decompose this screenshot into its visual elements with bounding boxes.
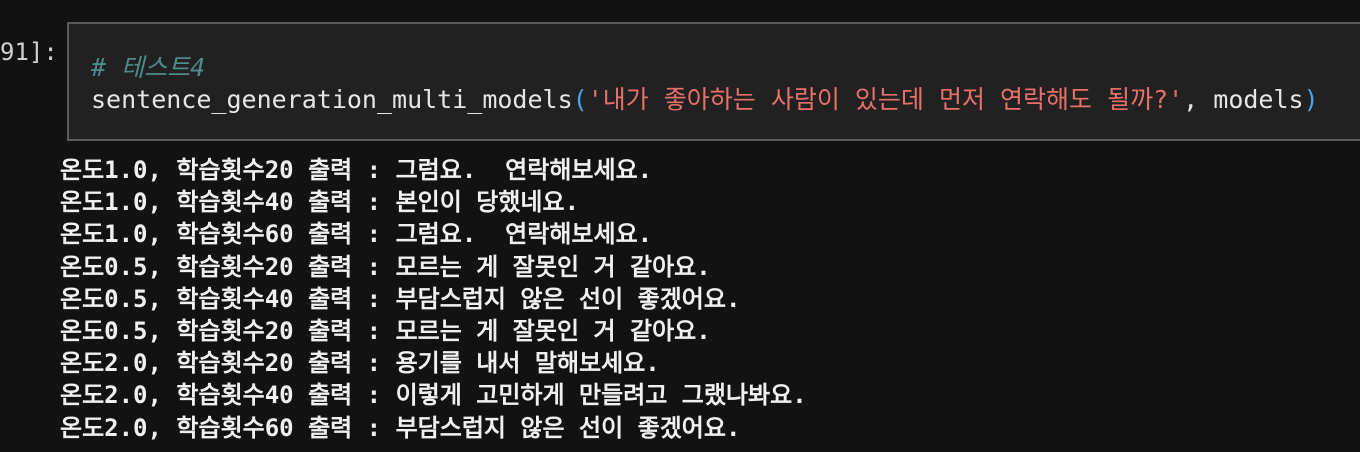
- open-paren: (: [572, 85, 588, 114]
- argument-separator: ,: [1183, 85, 1214, 114]
- output-line: 온도1.0, 학습횟수40 출력 : 본인이 당했네요.: [60, 188, 580, 217]
- code-content[interactable]: # 테스트4 sentence_generation_multi_models(…: [91, 52, 1319, 116]
- output-line: 온도0.5, 학습횟수20 출력 : 모르는 게 잘못인 거 같아요.: [60, 317, 711, 346]
- execution-count-prompt: 91]:: [0, 38, 58, 66]
- output-line: 온도0.5, 학습횟수40 출력 : 부담스럽지 않은 선이 좋겠어요.: [60, 284, 741, 313]
- output-line: 온도1.0, 학습횟수60 출력 : 그럼요. 연락해보세요.: [60, 220, 653, 249]
- output-line: 온도1.0, 학습횟수20 출력 : 그럼요. 연락해보세요.: [60, 156, 653, 184]
- output-line: 온도0.5, 학습횟수20 출력 : 모르는 게 잘못인 거 같아요.: [60, 252, 711, 281]
- code-cell-editor[interactable]: # 테스트4 sentence_generation_multi_models(…: [67, 22, 1360, 141]
- output-line: 온도2.0, 학습횟수60 출력 : 부담스럽지 않은 선이 좋겠어요.: [60, 413, 741, 442]
- function-name: sentence_generation_multi_models: [91, 85, 573, 114]
- string-argument: '내가 좋아하는 사람이 있는데 먼저 연락해도 될까?': [587, 85, 1184, 114]
- close-paren: ): [1303, 85, 1319, 114]
- output-line: 온도2.0, 학습횟수20 출력 : 용기를 내서 말해보세요.: [60, 349, 660, 378]
- code-comment: # 테스트4: [91, 53, 206, 82]
- output-line: 온도2.0, 학습횟수40 출력 : 이렇게 고민하게 만들려고 그랬나봐요.: [60, 381, 807, 410]
- models-argument: models: [1213, 85, 1304, 114]
- cell-output: 온도1.0, 학습횟수20 출력 : 그럼요. 연락해보세요. 온도1.0, 학습…: [60, 154, 807, 444]
